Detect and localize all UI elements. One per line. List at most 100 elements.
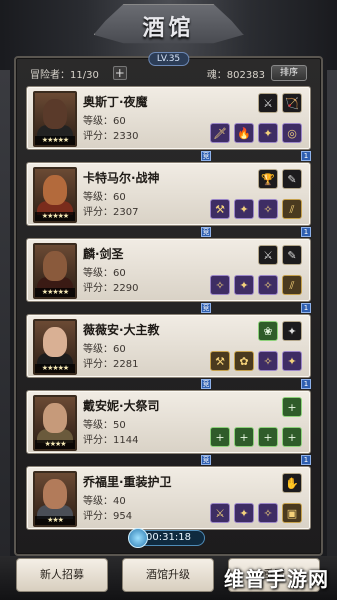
hero-score: 评分：2290 xyxy=(83,283,139,294)
hero-score: 评分：2330 xyxy=(83,131,139,142)
side-pillar-left xyxy=(0,70,10,560)
connector-number: 1 xyxy=(301,227,311,237)
hero-level: 等级：50 xyxy=(83,420,126,431)
equipment-slot-icon[interactable]: ✧ xyxy=(258,351,278,371)
connector-tag: 竞 xyxy=(201,455,211,465)
equipment-slot-icon[interactable]: ✦ xyxy=(234,503,254,523)
star-rating: ★★★★ xyxy=(35,440,75,449)
refresh-timer: 00:31:18 xyxy=(127,528,205,548)
equipment-slot-icon[interactable]: ◎ xyxy=(282,123,302,143)
card-connector: 竞1 xyxy=(26,379,311,389)
add-adventurer-button[interactable]: + xyxy=(112,66,127,80)
adventurer-count: 冒险者：11/30 xyxy=(30,69,99,81)
connector-tag: 竞 xyxy=(201,227,211,237)
hero-level: 等级：60 xyxy=(83,192,126,203)
recruit-button[interactable]: 新人招募 xyxy=(16,558,108,592)
hero-card[interactable]: ★★★★★ 薇薇安·大主教 等级：60 评分：2281 ❀ ✦ ⚒ ✿ ✧ ✦ xyxy=(26,314,311,378)
watermark: 维普手游网 xyxy=(224,567,329,591)
card-connector: 竞1 xyxy=(26,151,311,161)
clock-icon xyxy=(127,528,148,548)
equipment-slot-icon[interactable]: ⚔ xyxy=(258,93,278,113)
equipment-slot-icon[interactable]: ✦ xyxy=(282,351,302,371)
portrait-face xyxy=(43,175,67,205)
add-equipment-icon[interactable]: + xyxy=(282,397,302,417)
hero-level: 等级：60 xyxy=(83,344,126,355)
add-equipment-icon[interactable]: + xyxy=(210,427,230,447)
hero-score: 评分：954 xyxy=(83,511,133,522)
equipment-slot-icon[interactable]: ✿ xyxy=(234,351,254,371)
side-pillar-right xyxy=(327,70,337,560)
add-equipment-icon[interactable]: + xyxy=(234,427,254,447)
card-connector: 竞1 xyxy=(26,227,311,237)
hero-name: 卡特马尔·战神 xyxy=(83,171,160,185)
equipment-row-top: ⚔ ✎ xyxy=(258,245,302,265)
equipment-row-bottom: ⚒ ✦ ✧ ⫽ xyxy=(210,199,302,219)
hero-card[interactable]: ★★★★★ 卡特马尔·战神 等级：60 评分：2307 🏆 ✎ ⚒ ✦ ✧ ⫽ xyxy=(26,162,311,226)
hero-card[interactable]: ★★★★ 戴安妮·大祭司 等级：50 评分：1144 + + + + + xyxy=(26,390,311,454)
hero-portrait[interactable]: ★★★★★ xyxy=(33,319,77,375)
hero-portrait[interactable]: ★★★★ xyxy=(33,395,77,451)
portrait-face xyxy=(43,99,67,129)
equipment-slot-icon[interactable]: 🔥 xyxy=(234,123,254,143)
soul-currency: 魂：802383 xyxy=(206,69,265,81)
portrait-face xyxy=(43,479,67,509)
star-rating: ★★★★★ xyxy=(35,136,75,145)
portrait-face xyxy=(43,327,67,357)
hero-card[interactable]: ★★★★★ 奥斯丁·夜魔 等级：60 评分：2330 ⚔ 🏹 🗡 🔥 ✦ ◎ xyxy=(26,86,311,150)
card-connector: 竞1 xyxy=(26,303,311,313)
equipment-slot-icon[interactable]: ✧ xyxy=(258,275,278,295)
hero-level: 等级：60 xyxy=(83,268,126,279)
equipment-slot-icon[interactable]: ⫽ xyxy=(282,275,302,295)
equipment-slot-icon[interactable]: ✦ xyxy=(282,321,302,341)
star-rating: ★★★ xyxy=(35,516,75,525)
equipment-slot-icon[interactable]: ⚔ xyxy=(258,245,278,265)
upgrade-tavern-button[interactable]: 酒馆升级 xyxy=(122,558,214,592)
equipment-slot-icon[interactable]: ⚒ xyxy=(210,199,230,219)
hero-name: 薇薇安·大主教 xyxy=(83,323,160,337)
add-equipment-icon[interactable]: + xyxy=(282,427,302,447)
equipment-slot-icon[interactable]: ✎ xyxy=(282,245,302,265)
equipment-slot-icon[interactable]: ✦ xyxy=(258,123,278,143)
equipment-row-bottom: 🗡 🔥 ✦ ◎ xyxy=(210,123,302,143)
equipment-slot-icon[interactable]: ✦ xyxy=(234,199,254,219)
equipment-slot-icon[interactable]: ▣ xyxy=(282,503,302,523)
equipment-slot-icon[interactable]: ✧ xyxy=(258,199,278,219)
star-rating: ★★★★★ xyxy=(35,364,75,373)
card-connector: 竞1 xyxy=(26,455,311,465)
hero-portrait[interactable]: ★★★★★ xyxy=(33,91,77,147)
equipment-slot-icon[interactable]: ⚔ xyxy=(210,503,230,523)
equipment-row-bottom: + + + + xyxy=(210,427,302,447)
equipment-slot-icon[interactable]: ✎ xyxy=(282,169,302,189)
equipment-slot-icon[interactable]: 🏹 xyxy=(282,93,302,113)
equipment-slot-icon[interactable]: ⫽ xyxy=(282,199,302,219)
sort-button[interactable]: 排序 xyxy=(271,65,307,81)
equipment-slot-icon[interactable]: ⚒ xyxy=(210,351,230,371)
add-equipment-icon[interactable]: + xyxy=(258,427,278,447)
equipment-row-top: 🏆 ✎ xyxy=(258,169,302,189)
connector-number: 1 xyxy=(301,151,311,161)
equipment-slot-icon[interactable]: ✧ xyxy=(210,275,230,295)
hero-name: 麟·剑圣 xyxy=(83,247,124,261)
add-equipment-icon[interactable]: ❀ xyxy=(258,321,278,341)
equipment-row-top: + xyxy=(282,397,302,417)
hero-name: 戴安妮·大祭司 xyxy=(83,399,160,413)
equipment-slot-icon[interactable]: 🏆 xyxy=(258,169,278,189)
equipment-slot-icon[interactable]: ✧ xyxy=(258,503,278,523)
hero-portrait[interactable]: ★★★★★ xyxy=(33,167,77,223)
connector-number: 1 xyxy=(301,303,311,313)
hero-portrait[interactable]: ★★★ xyxy=(33,471,77,527)
portrait-face xyxy=(43,403,67,433)
portrait-face xyxy=(43,251,67,281)
hero-portrait[interactable]: ★★★★★ xyxy=(33,243,77,299)
hero-level: 等级：40 xyxy=(83,496,126,507)
equipment-slot-icon[interactable]: ✦ xyxy=(234,275,254,295)
equipment-row-bottom: ⚔ ✦ ✧ ▣ xyxy=(210,503,302,523)
hero-card[interactable]: ★★★ 乔福里·重装护卫 等级：40 评分：954 ✋ ⚔ ✦ ✧ ▣ xyxy=(26,466,311,530)
hero-level: 等级：60 xyxy=(83,116,126,127)
equipment-slot-icon[interactable]: ✋ xyxy=(282,473,302,493)
equipment-slot-icon[interactable]: 🗡 xyxy=(210,123,230,143)
hero-name: 奥斯丁·夜魔 xyxy=(83,95,148,109)
hero-card[interactable]: ★★★★★ 麟·剑圣 等级：60 评分：2290 ⚔ ✎ ✧ ✦ ✧ ⫽ xyxy=(26,238,311,302)
stats-row: 冒险者：11/30 + 魂：802383 排序 xyxy=(30,64,307,82)
connector-tag: 竞 xyxy=(201,379,211,389)
